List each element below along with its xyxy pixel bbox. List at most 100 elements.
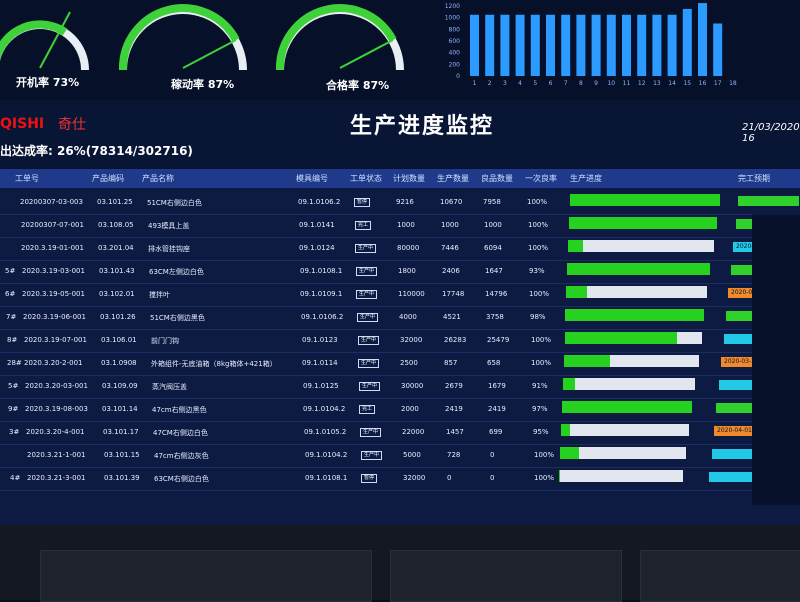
row-order-no: 2020.3.20-2-001	[24, 359, 83, 367]
bar-chart-x-tick: 5	[533, 80, 537, 87]
row-index: 28#	[7, 359, 22, 367]
row-plan-qty: 32000	[400, 336, 423, 344]
row-status-badge: 生产中	[360, 428, 382, 437]
row-mold-no: 09.1.0123	[302, 336, 338, 344]
row-index: 6#	[5, 290, 16, 298]
row-product-name: 51CM右侧边黑色	[150, 314, 205, 322]
row-progress-fill	[568, 240, 583, 252]
row-produced-qty: 10670	[440, 198, 463, 206]
row-index: 3#	[9, 428, 20, 436]
row-product-name: 51CM右侧边白色	[147, 199, 202, 207]
row-mold-no: 09.1.0114	[302, 359, 338, 367]
bar-chart-bar	[713, 23, 723, 76]
row-order-no: 2020.3.19-01-001	[21, 244, 84, 252]
bar-chart-x-tick: 17	[714, 80, 722, 87]
bar-chart-x-tick: 9	[594, 80, 598, 87]
row-progress-bar	[559, 470, 683, 482]
row-first-yield: 100%	[531, 359, 552, 367]
gauge-uptime	[0, 0, 95, 70]
row-product-name: 前门门钩	[151, 337, 179, 345]
row-progress-fill	[563, 378, 575, 390]
header-product-code: 产品编码	[92, 174, 124, 183]
bar-chart-bar	[652, 14, 662, 76]
row-produced-qty: 0	[447, 474, 452, 482]
bar-chart-x-tick: 2	[488, 80, 492, 87]
row-good-qty: 14796	[485, 290, 508, 298]
bar-chart-y-tick: 0	[456, 73, 460, 80]
bar-chart-bar	[470, 14, 479, 76]
row-product-name: 排水管挂钩座	[148, 245, 190, 253]
header-status: 工单状态	[350, 174, 382, 183]
bar-chart-bar	[667, 14, 677, 76]
header-finish-eta: 完工预期	[738, 174, 770, 183]
bar-chart-y-tick: 600	[449, 38, 461, 45]
row-product-code: 03.108.05	[98, 221, 134, 229]
row-mold-no: 09.1.0108.1	[305, 474, 348, 482]
bar-chart-bar	[591, 14, 601, 76]
row-progress-bar	[565, 332, 702, 344]
bar-chart-bar	[546, 14, 555, 76]
row-status-badge: 完工	[355, 221, 372, 230]
row-progress-bar	[564, 355, 699, 367]
row-order-no: 2020.3.21-1-001	[27, 451, 86, 459]
row-product-code: 03.101.17	[103, 428, 139, 436]
row-first-yield: 100%	[527, 198, 548, 206]
row-plan-qty: 4000	[399, 313, 417, 321]
bar-chart-y-tick: 200	[449, 61, 461, 68]
row-divider	[0, 375, 752, 376]
row-good-qty: 25479	[487, 336, 510, 344]
row-progress-bar	[567, 263, 710, 275]
row-status-badge: 生产中	[356, 290, 378, 299]
wall-panel-right	[640, 550, 800, 602]
row-divider	[0, 237, 752, 238]
row-plan-qty: 5000	[403, 451, 421, 459]
bar-chart-x-tick: 13	[653, 80, 661, 87]
row-plan-qty: 2000	[401, 405, 419, 413]
row-mold-no: 09.1.0109.1	[300, 290, 343, 298]
bar-chart-x-tick: 15	[683, 80, 691, 87]
row-produced-qty: 1000	[441, 221, 459, 229]
row-mold-no: 09.1.0106.2	[301, 313, 344, 321]
row-status-badge: 暂停	[354, 198, 371, 207]
header-good-qty: 良品数量	[481, 174, 513, 183]
wall-panel-middle	[390, 550, 622, 602]
row-progress-bar	[569, 217, 717, 229]
row-status-badge: 完工	[359, 405, 376, 414]
row-good-qty: 0	[490, 451, 495, 459]
row-index: 5#	[5, 267, 16, 275]
bar-chart-x-tick: 18	[729, 80, 737, 87]
row-first-yield: 100%	[528, 221, 549, 229]
bar-chart-bar	[682, 8, 692, 77]
row-status-badge: 生产中	[361, 451, 383, 460]
row-first-yield: 100%	[531, 336, 552, 344]
row-first-yield: 98%	[530, 313, 546, 321]
row-progress-bar	[566, 286, 707, 298]
wall-panel-left	[40, 550, 372, 602]
bar-chart-bar	[698, 3, 707, 76]
row-plan-qty: 22000	[402, 428, 425, 436]
bar-chart-x-tick: 14	[668, 80, 676, 87]
row-produced-qty: 7446	[441, 244, 459, 252]
row-progress-bar	[568, 240, 714, 252]
side-chart-panel	[752, 215, 800, 505]
row-product-name: 63CM左侧边白色	[149, 268, 204, 276]
row-product-code: 03.109.09	[102, 382, 138, 390]
row-mold-no: 09.1.0104.2	[305, 451, 348, 459]
bar-chart-x-tick: 12	[638, 80, 646, 87]
row-progress-bar	[565, 309, 704, 321]
row-order-no: 2020.3.19-08-003	[25, 405, 88, 413]
row-index: 8#	[7, 336, 18, 344]
row-produced-qty: 4521	[443, 313, 461, 321]
row-produced-qty: 2419	[445, 405, 463, 413]
row-plan-qty: 32000	[403, 474, 426, 482]
row-good-qty: 699	[489, 428, 503, 436]
row-divider	[0, 329, 752, 330]
row-product-name: 蒸汽阀压盖	[152, 383, 187, 391]
bar-chart-x-tick: 11	[623, 80, 631, 87]
bar-chart-bar	[606, 14, 616, 76]
row-first-yield: 97%	[532, 405, 548, 413]
row-divider	[0, 444, 752, 445]
row-product-name: 外箱组件-无底油箱（8kg箱体+421箱）	[151, 360, 277, 368]
header-product-name: 产品名称	[142, 174, 174, 183]
row-product-code: 03.1.0908	[101, 359, 137, 367]
